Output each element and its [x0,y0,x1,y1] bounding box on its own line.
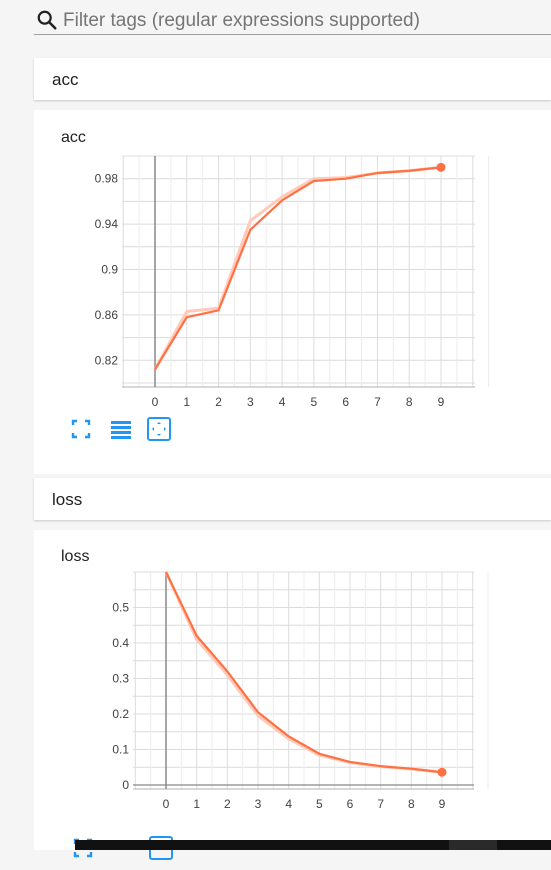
y-tick-label: 0 [122,778,129,792]
x-tick-label: 0 [152,395,159,409]
x-tick-label: 5 [316,797,323,811]
y-tick-label: 0.82 [95,353,119,367]
x-tick-label: 0 [163,797,170,811]
y-tick-label: 0.9 [101,263,118,277]
loss-chart[interactable]: 0 0.1 0.2 0.3 0.4 0.5 0 1 2 3 4 5 6 7 8 9 [34,570,551,870]
last-point-marker [437,767,447,777]
y-tick-label: 0.4 [112,636,129,650]
x-tick-label: 1 [183,395,190,409]
chart-grid [122,155,490,388]
x-tick-label: 6 [342,395,349,409]
tag-filter[interactable]: Filter tags (regular expressions support… [34,4,551,35]
toggle-log-icon[interactable] [108,416,134,442]
search-icon [37,10,57,30]
section-title: loss [52,490,83,509]
x-tick-label: 9 [439,797,446,811]
y-tick-label: 0.1 [112,743,129,757]
y-tick-label: 0.3 [112,672,129,686]
x-tick-label: 7 [377,797,384,811]
y-tick-label: 0.5 [112,601,129,615]
x-tick-label: 2 [224,797,231,811]
y-tick-label: 0.94 [95,217,119,231]
bottom-status-bar [75,840,551,850]
x-tick-label: 8 [408,797,415,811]
x-tick-label: 7 [374,395,381,409]
x-tick-label: 4 [279,395,286,409]
x-tick-label: 3 [255,797,262,811]
section-header-loss[interactable]: loss [34,478,551,520]
chart-card-loss: loss 0 0.1 0.2 0.3 0.4 0.5 0 1 2 3 4 5 6 7 8 9 [34,530,551,860]
x-tick-label: 2 [215,395,222,409]
x-tick-label: 8 [406,395,413,409]
fit-domain-icon[interactable] [68,416,94,442]
card-title: acc [61,129,86,146]
search-input[interactable]: Filter tags (regular expressions support… [63,10,420,32]
x-tick-label: 9 [438,395,445,409]
y-tick-label: 0.86 [95,308,119,322]
y-tick-label: 0.98 [95,172,119,186]
acc-chart[interactable]: 0.82 0.86 0.9 0.94 0.98 0 1 2 3 4 5 6 7 8 9 [34,150,551,460]
section-header-acc[interactable]: acc [34,58,551,100]
chart-card-acc: acc 0.82 0.86 0.9 0.94 0.98 0 1 2 3 4 5 6 7 8 9 [34,110,551,474]
last-point-marker [436,162,446,172]
x-tick-label: 3 [247,395,254,409]
x-tick-label: 4 [285,797,292,811]
section-title: acc [52,70,79,89]
card-title: loss [61,548,90,565]
x-tick-label: 6 [347,797,354,811]
chart-grid [133,571,489,790]
expand-chart-icon[interactable] [146,416,172,442]
x-tick-label: 1 [193,797,200,811]
y-tick-label: 0.2 [112,707,129,721]
x-tick-label: 5 [311,395,318,409]
